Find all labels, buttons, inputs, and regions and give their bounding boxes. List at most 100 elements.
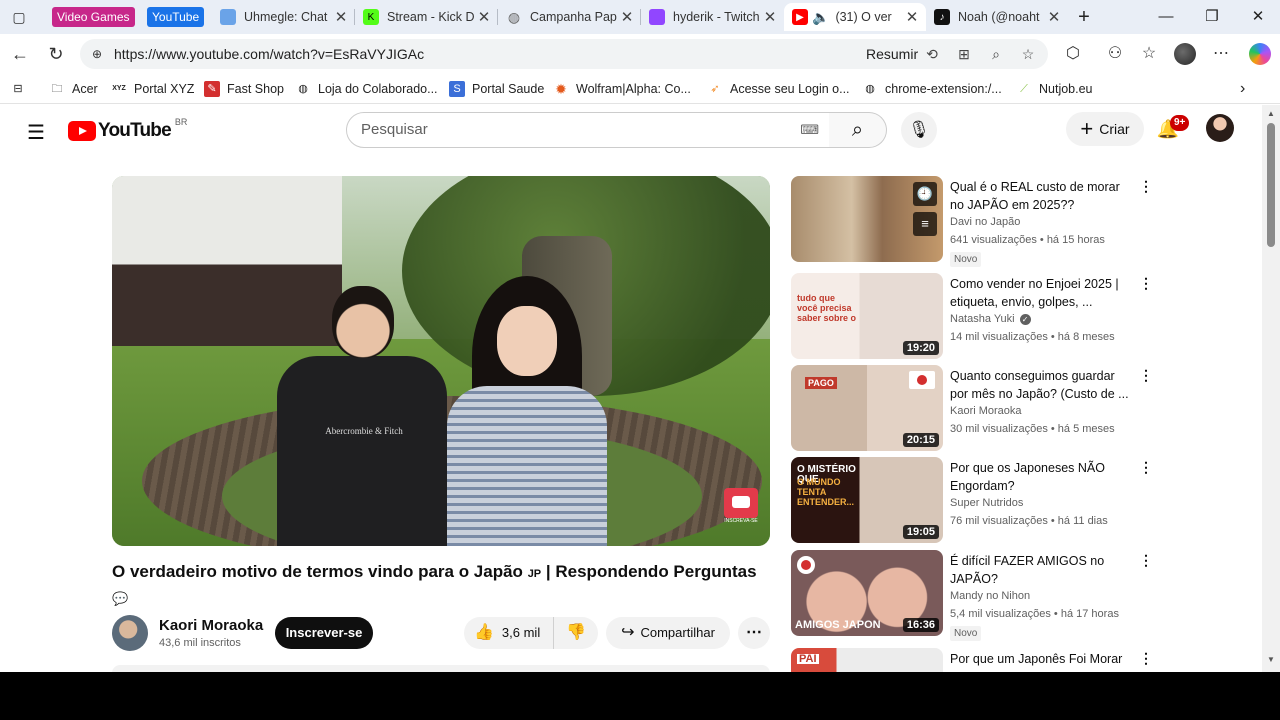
tab-tiktok[interactable]: ♪ Noah (@noaht ✕: [926, 3, 1068, 31]
recommendation-item[interactable]: AMIGOS JAPON 16:36 É difícil FAZER AMIGO…: [791, 550, 1161, 641]
youtube-logo[interactable]: YouTube BR: [68, 117, 187, 142]
close-tab-icon[interactable]: ✕: [619, 8, 635, 26]
voice-search-button[interactable]: 🎙: [901, 112, 937, 148]
recommendation-title[interactable]: Por que um Japonês Foi Morar: [950, 650, 1132, 668]
add-to-queue-icon[interactable]: ≡: [913, 212, 937, 236]
copilot-icon[interactable]: [1249, 43, 1271, 65]
tab-kick[interactable]: K Stream - Kick D ✕: [355, 3, 498, 31]
more-actions-button[interactable]: ⋯: [738, 617, 770, 649]
close-tab-icon[interactable]: ✕: [904, 8, 920, 26]
create-button[interactable]: + Criar: [1066, 112, 1144, 146]
recommendation-channel[interactable]: Davi no Japão: [950, 216, 1020, 228]
extensions-icon[interactable]: ⬡: [1062, 43, 1084, 65]
tab-youtube-active[interactable]: ▶ 🔈 (31) O ver ✕: [784, 3, 926, 31]
recommendation-item[interactable]: tudo que você precisa saber sobre o 19:2…: [791, 273, 1161, 359]
site-info-icon[interactable]: ⊕: [92, 46, 108, 62]
recommendation-item[interactable]: PAGO 20:15 Quanto conseguimos guardar po…: [791, 365, 1161, 451]
scroll-down-arrow-icon[interactable]: ▼: [1266, 655, 1276, 664]
minimize-icon[interactable]: —: [1155, 6, 1177, 28]
recommendation-item[interactable]: 🕘 ≡ Qual é o REAL custo de morar no JAPÃ…: [791, 176, 1161, 267]
browser-essentials-icon[interactable]: ⚇: [1104, 43, 1126, 65]
channel-name[interactable]: Kaori Moraoka: [159, 617, 263, 634]
close-window-icon[interactable]: ✕: [1247, 6, 1269, 28]
tab-uhmegle[interactable]: Uhmegle: Chat ✕: [212, 3, 355, 31]
recommendation-title[interactable]: Como vender no Enjoei 2025 | etiqueta, e…: [950, 275, 1132, 311]
bookmark-fast-shop[interactable]: ✎ Fast Shop: [204, 80, 284, 98]
bookmark-acesse-login[interactable]: ➶ Acesse seu Login o...: [707, 80, 849, 98]
recommendation-title[interactable]: Por que os Japoneses NÃO Engordam?: [950, 459, 1132, 495]
hamburger-menu-icon[interactable]: ☰: [24, 121, 48, 145]
bookmark-wolfram[interactable]: ✹ Wolfram|Alpha: Co...: [553, 80, 691, 98]
close-tab-icon[interactable]: ✕: [333, 8, 349, 26]
tab-group-video-games[interactable]: Video Games: [52, 7, 135, 27]
scrollbar-thumb[interactable]: [1267, 123, 1275, 247]
recommendation-title[interactable]: É difícil FAZER AMIGOS no JAPÃO?: [950, 552, 1132, 588]
favorite-star-icon[interactable]: ☆: [1019, 45, 1037, 63]
recommendation-item[interactable]: O MISTÉRIO QUE O MUNDO TENTA ENTENDER...…: [791, 457, 1161, 543]
close-tab-icon[interactable]: ✕: [762, 8, 778, 26]
tab-actions-icon[interactable]: ▢: [10, 8, 28, 26]
search-input[interactable]: [361, 121, 781, 138]
video-player[interactable]: Abercrombie & Fitch INSCREVA-SE: [112, 176, 770, 546]
recommendation-title[interactable]: Quanto conseguimos guardar por mês no Ja…: [950, 367, 1132, 403]
video-frame-man: Abercrombie & Fitch: [277, 286, 447, 546]
url-text[interactable]: https://www.youtube.com/watch?v=EsRaVYJI…: [114, 46, 424, 62]
omnibox[interactable]: ⊕ https://www.youtube.com/watch?v=EsRaVY…: [80, 39, 1048, 69]
bookmark-portal-xyz[interactable]: XYZ Portal XYZ: [111, 80, 194, 98]
bookmark-overflow-menu[interactable]: ⊟: [10, 80, 33, 98]
close-tab-icon[interactable]: ✕: [1046, 8, 1062, 26]
tab-group-youtube[interactable]: YouTube: [147, 7, 205, 27]
app-available-icon[interactable]: ⊞: [955, 45, 973, 63]
kebab-menu-icon[interactable]: ⋮: [1139, 650, 1153, 667]
kebab-menu-icon[interactable]: ⋮: [1139, 275, 1153, 292]
like-button[interactable]: 👍 3,6 mil: [464, 617, 554, 649]
subscribe-button[interactable]: Inscrever-se: [275, 617, 373, 649]
bookmark-portal-saude[interactable]: S Portal Saude: [449, 80, 544, 98]
new-tab-icon[interactable]: +: [1073, 6, 1095, 28]
page-scrollbar[interactable]: ▲ ▼: [1262, 105, 1280, 672]
favorites-icon[interactable]: ☆: [1138, 43, 1160, 65]
close-tab-icon[interactable]: ✕: [476, 8, 492, 26]
kebab-menu-icon[interactable]: ⋮: [1139, 459, 1153, 476]
bookmark-loja[interactable]: ◍ Loja do Colaborado...: [295, 80, 437, 98]
more-menu-icon[interactable]: ⋯: [1210, 43, 1232, 65]
search-button[interactable]: ⌕: [829, 112, 887, 148]
bookmark-acer[interactable]: 🗀 Acer: [49, 80, 98, 98]
recommendation-thumbnail[interactable]: PAI: [791, 648, 943, 672]
bookmark-nutjob[interactable]: ⟋ Nutjob.eu: [1016, 80, 1092, 98]
scroll-up-arrow-icon[interactable]: ▲: [1266, 109, 1276, 118]
reload-icon[interactable]: ↻: [44, 42, 68, 66]
kebab-menu-icon[interactable]: ⋮: [1139, 178, 1153, 195]
tab-twitch[interactable]: hyderik - Twitch ✕: [641, 3, 784, 31]
recommendation-thumbnail[interactable]: AMIGOS JAPON 16:36: [791, 550, 943, 636]
user-avatar[interactable]: [1206, 114, 1234, 142]
recommendation-thumbnail[interactable]: tudo que você precisa saber sobre o 19:2…: [791, 273, 943, 359]
recommendation-thumbnail[interactable]: PAGO 20:15: [791, 365, 943, 451]
keyboard-icon[interactable]: ⌨: [800, 122, 819, 138]
kebab-menu-icon[interactable]: ⋮: [1139, 367, 1153, 384]
recommendation-channel[interactable]: Natasha Yuki ✓: [950, 313, 1031, 325]
subscribe-watermark-icon[interactable]: [724, 488, 758, 518]
recommendation-item[interactable]: PAI Por que um Japonês Foi Morar ⋮: [791, 648, 1161, 672]
back-icon[interactable]: ←: [8, 42, 32, 66]
recommendation-title[interactable]: Qual é o REAL custo de morar no JAPÃO em…: [950, 178, 1132, 214]
bookmarks-chevron-right-icon[interactable]: ›: [1240, 80, 1245, 98]
kebab-menu-icon[interactable]: ⋮: [1139, 552, 1153, 569]
copilot-summarize-icon[interactable]: ⟲: [923, 45, 941, 63]
bookmark-chrome-extension[interactable]: ◍ chrome-extension:/...: [862, 80, 1002, 98]
recommendation-thumbnail[interactable]: O MISTÉRIO QUE O MUNDO TENTA ENTENDER...…: [791, 457, 943, 543]
restore-icon[interactable]: ❐: [1201, 6, 1223, 28]
speaker-icon[interactable]: 🔈: [812, 9, 829, 26]
zoom-icon[interactable]: ⌕: [987, 45, 1005, 63]
summarize-button[interactable]: Resumir: [866, 46, 918, 62]
recommendation-thumbnail[interactable]: 🕘 ≡: [791, 176, 943, 262]
recommendation-channel[interactable]: Kaori Moraoka: [950, 405, 1022, 417]
dislike-button[interactable]: 👎: [554, 617, 598, 649]
share-button[interactable]: ↪ Compartilhar: [606, 617, 730, 649]
channel-avatar[interactable]: [112, 615, 148, 651]
recommendation-channel[interactable]: Super Nutridos: [950, 497, 1023, 509]
tab-campanha[interactable]: ◍ Campanha Pap ✕: [498, 3, 641, 31]
profile-avatar[interactable]: [1174, 43, 1196, 65]
recommendation-channel[interactable]: Mandy no Nihon: [950, 590, 1030, 602]
watch-later-clock-icon[interactable]: 🕘: [913, 182, 937, 206]
